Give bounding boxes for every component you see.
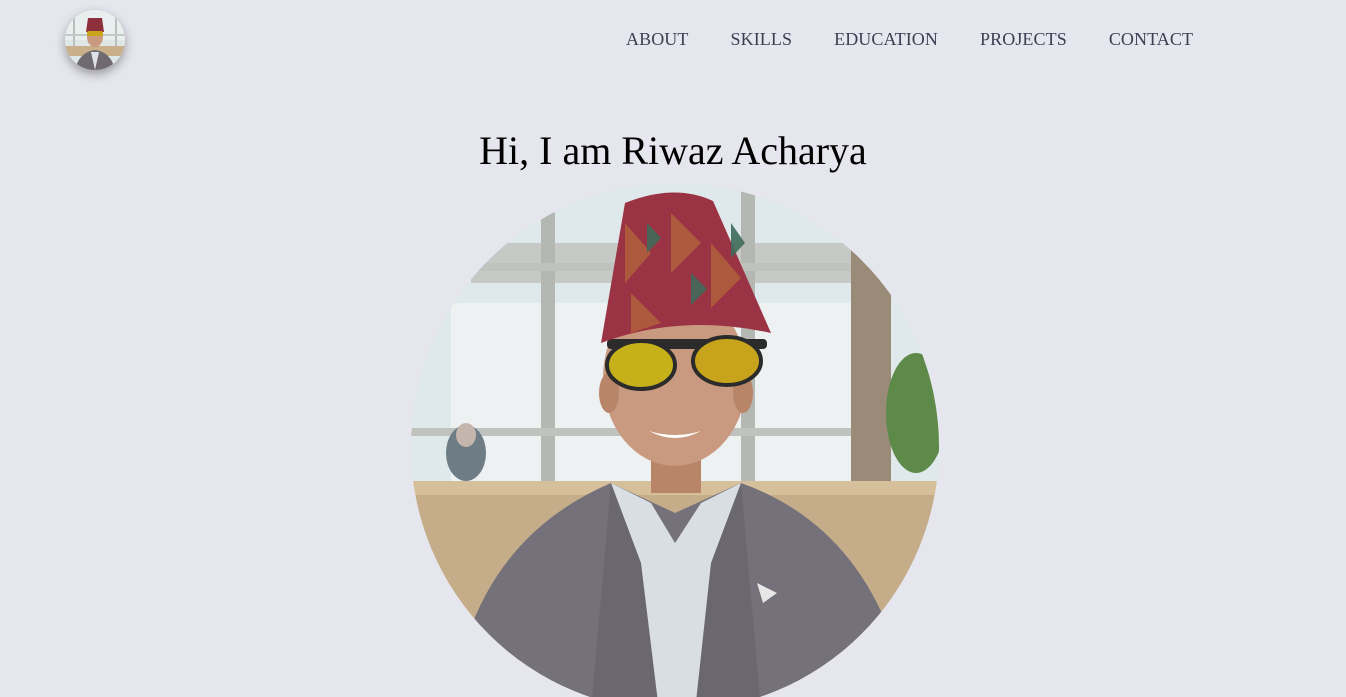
logo-avatar[interactable] bbox=[65, 10, 125, 70]
profile-photo bbox=[411, 183, 939, 697]
nav-link-contact[interactable]: CONTACT bbox=[1109, 28, 1193, 50]
nav-link-about[interactable]: ABOUT bbox=[626, 28, 689, 50]
profile-photo-image bbox=[411, 183, 939, 697]
avatar-image bbox=[65, 10, 125, 70]
hero-title: Hi, I am Riwaz Acharya bbox=[479, 128, 867, 173]
nav-link-education[interactable]: EDUCATION bbox=[834, 28, 938, 50]
nav-link-projects[interactable]: PROJECTS bbox=[980, 28, 1067, 50]
nav-link-skills[interactable]: SKILLS bbox=[731, 28, 793, 50]
main-nav: ABOUT SKILLS EDUCATION PROJECTS CONTACT bbox=[626, 28, 1193, 50]
page: ABOUT SKILLS EDUCATION PROJECTS CONTACT … bbox=[0, 0, 1346, 697]
